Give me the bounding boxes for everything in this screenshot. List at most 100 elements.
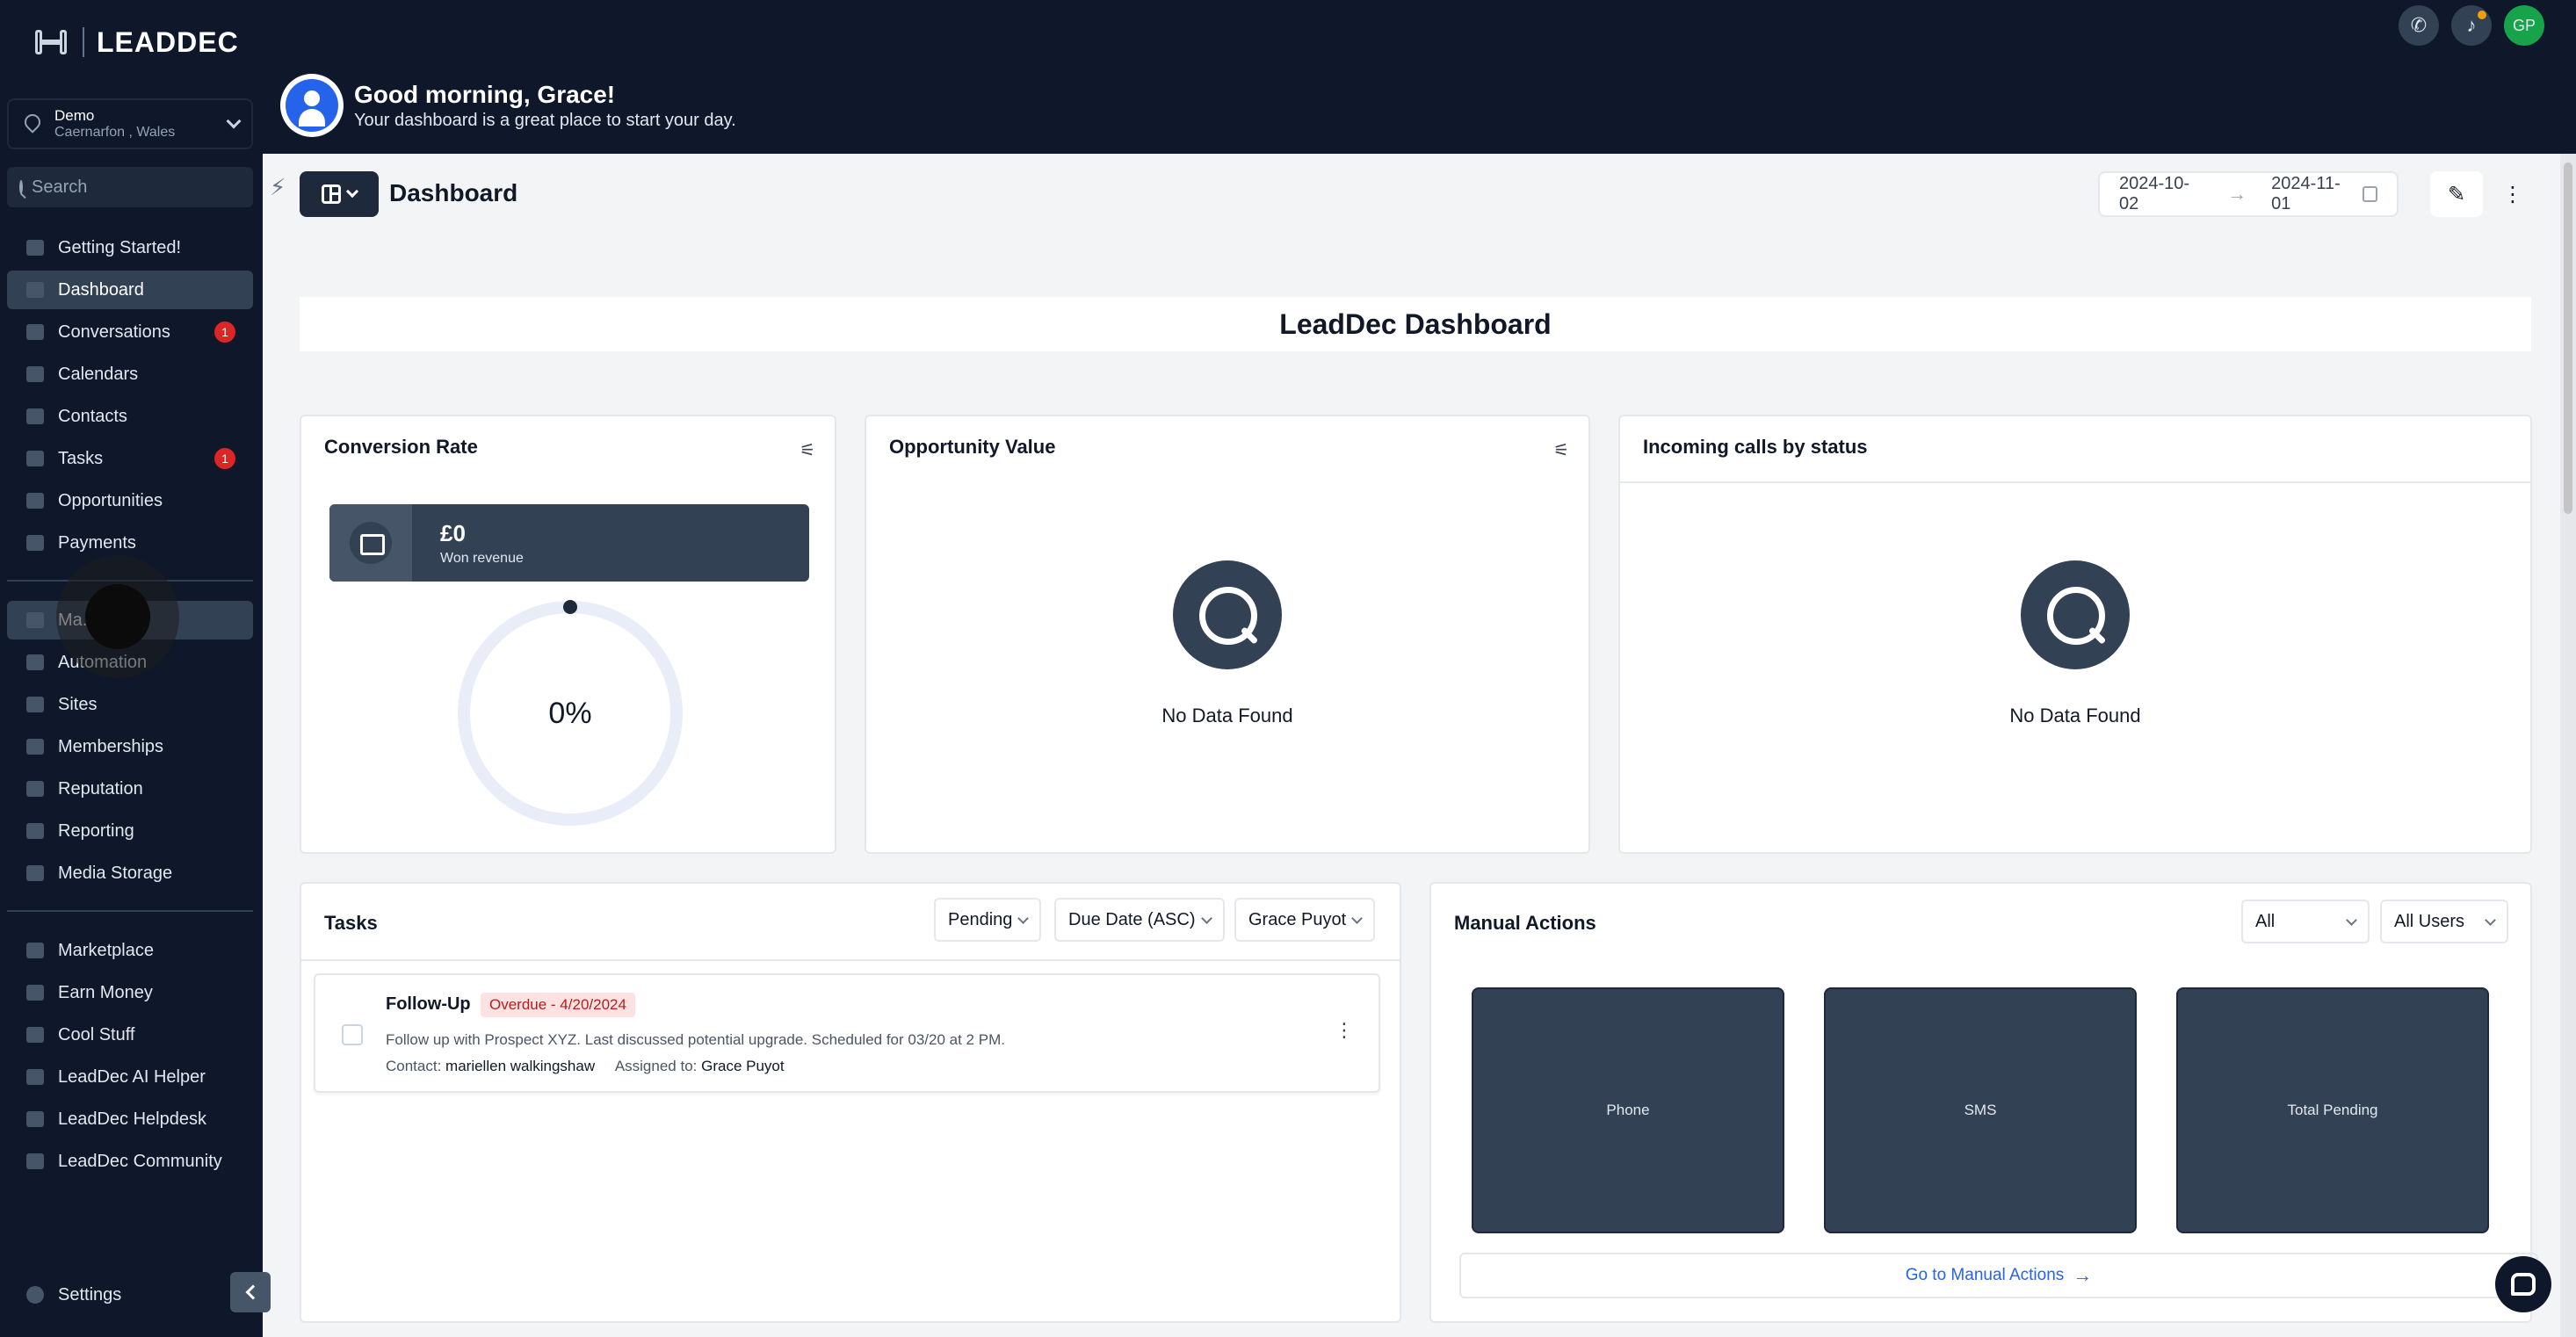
page-title: Dashboard bbox=[389, 179, 518, 206]
sidebar-item-label: Opportunities bbox=[58, 490, 163, 510]
sidebar-item-cool-stuff[interactable]: Cool Stuff bbox=[7, 1015, 253, 1054]
phone-tile[interactable]: Phone bbox=[1472, 987, 1784, 1233]
filter-icon[interactable]: ⚟ bbox=[1553, 439, 1569, 461]
sidebar-item-getting-started[interactable]: Getting Started! bbox=[7, 228, 253, 267]
sidebar-item-label: Calendars bbox=[58, 364, 139, 384]
sidebar-item-label: Reporting bbox=[58, 820, 134, 841]
calendar-icon bbox=[2362, 186, 2377, 202]
select-value: Due Date (ASC) bbox=[1068, 909, 1196, 929]
sms-tile[interactable]: SMS bbox=[1824, 987, 2137, 1233]
incoming-calls-card: Incoming calls by status No Data Found bbox=[1618, 415, 2532, 854]
task-status-select[interactable]: Pending bbox=[934, 898, 1042, 942]
dashboard-switcher-button[interactable] bbox=[300, 171, 379, 217]
sidebar-item-dashboard[interactable]: Dashboard bbox=[7, 271, 253, 309]
task-item[interactable]: Follow-Up Overdue - 4/20/2024 Follow up … bbox=[314, 973, 1380, 1093]
funnel-icon bbox=[26, 493, 44, 509]
select-value: All Users bbox=[2394, 911, 2465, 931]
sidebar-item-label: Automation bbox=[58, 652, 148, 672]
sidebar-item-community[interactable]: LeadDec Community bbox=[7, 1142, 253, 1181]
sidebar-item-sites[interactable]: Sites bbox=[7, 685, 253, 724]
action-user-select[interactable]: All Users bbox=[2380, 900, 2508, 943]
action-type-select[interactable]: All bbox=[2241, 900, 2370, 943]
magnifier-icon bbox=[1173, 560, 1282, 669]
task-assignee: Grace Puyot bbox=[701, 1058, 785, 1074]
check-icon bbox=[26, 451, 44, 466]
logo-divider bbox=[83, 27, 84, 57]
filter-icon[interactable]: ⚟ bbox=[800, 439, 815, 461]
sidebar-item-reporting[interactable]: Reporting bbox=[7, 812, 253, 850]
date-range-picker[interactable]: 2024-10-02 → 2024-11-01 bbox=[2098, 171, 2399, 217]
sidebar-item-memberships[interactable]: Memberships bbox=[7, 727, 253, 766]
conversion-rate-value: 0% bbox=[548, 696, 592, 730]
sidebar-item-earn-money[interactable]: Earn Money bbox=[7, 973, 253, 1012]
chevron-down-icon bbox=[226, 113, 242, 129]
card-title: Opportunity Value bbox=[889, 436, 1056, 458]
sidebar-item-calendars[interactable]: Calendars bbox=[7, 355, 253, 394]
chevron-down-icon bbox=[2485, 914, 2496, 926]
sidebar-item-opportunities[interactable]: Opportunities bbox=[7, 481, 253, 520]
sidebar-item-reputation[interactable]: Reputation bbox=[7, 770, 253, 808]
task-options-button[interactable]: ⋮ bbox=[1335, 1019, 1354, 1042]
chart-icon bbox=[26, 823, 44, 839]
top-header: ✆ ♪ GP Good morning, Grace! Your dashboa… bbox=[263, 0, 2576, 154]
sidebar-item-marketplace[interactable]: Marketplace bbox=[7, 931, 253, 970]
map-pin-icon bbox=[21, 113, 42, 134]
sidebar-item-label: Reputation bbox=[58, 778, 143, 799]
task-user-select[interactable]: Grace Puyot bbox=[1234, 898, 1376, 942]
card-title: Tasks bbox=[324, 912, 378, 934]
user-silhouette-icon bbox=[286, 79, 338, 132]
sidebar-item-label: LeadDec Helpdesk bbox=[58, 1109, 206, 1129]
task-sort-select[interactable]: Due Date (ASC) bbox=[1054, 898, 1225, 942]
collapse-sidebar-button[interactable] bbox=[230, 1272, 271, 1312]
search-input[interactable] bbox=[32, 177, 264, 198]
sidebar-item-label: Sites bbox=[58, 694, 98, 714]
sidebar-item-automation[interactable]: Automation bbox=[7, 643, 253, 682]
sidebar-item-helpdesk[interactable]: LeadDec Helpdesk bbox=[7, 1100, 253, 1138]
sidebar-item-label: Marketplace bbox=[58, 940, 154, 960]
brand-logo[interactable]: LEADDEC bbox=[35, 25, 239, 60]
greeting-title: Good morning, Grace! bbox=[354, 80, 616, 108]
more-options-button[interactable]: ⋮ bbox=[2495, 176, 2530, 213]
won-revenue-label: Won revenue bbox=[440, 550, 524, 566]
card-divider bbox=[301, 959, 1400, 961]
sidebar-item-conversations[interactable]: Conversations 1 bbox=[7, 313, 253, 351]
chat-widget-button[interactable] bbox=[2495, 1256, 2551, 1312]
assigned-label: Assigned to: bbox=[614, 1058, 698, 1074]
location-switcher[interactable]: Demo Caernarfon , Wales bbox=[7, 98, 253, 149]
chevron-left-icon bbox=[245, 1284, 260, 1300]
task-meta: Contact: mariellen walkingshaw Assigned … bbox=[386, 1058, 785, 1075]
revenue-icon bbox=[350, 522, 392, 564]
sidebar-item-payments[interactable]: Payments bbox=[7, 524, 253, 562]
task-contact[interactable]: mariellen walkingshaw bbox=[445, 1058, 595, 1074]
bolt-icon[interactable]: ⚡ bbox=[270, 174, 286, 201]
sidebar-item-label: Cool Stuff bbox=[58, 1024, 135, 1044]
sidebar-item-tasks[interactable]: Tasks 1 bbox=[7, 439, 253, 478]
sidebar-item-contacts[interactable]: Contacts bbox=[7, 397, 253, 436]
page-scrollbar[interactable] bbox=[2560, 154, 2576, 1337]
sidebar-item-marketing[interactable]: Ma... bbox=[7, 601, 253, 640]
scrollbar-thumb[interactable] bbox=[2564, 163, 2572, 514]
total-pending-tile[interactable]: Total Pending bbox=[2176, 987, 2489, 1233]
task-checkbox[interactable] bbox=[342, 1024, 363, 1045]
sidebar-item-settings[interactable]: Settings bbox=[7, 1276, 253, 1314]
arrow-right-icon: → bbox=[2073, 1264, 2093, 1286]
sidebar-item-ai-helper[interactable]: LeadDec AI Helper bbox=[7, 1058, 253, 1096]
tasks-badge: 1 bbox=[214, 448, 235, 469]
phone-button[interactable]: ✆ bbox=[2399, 5, 2439, 46]
edit-dashboard-button[interactable]: ✎ bbox=[2430, 171, 2483, 217]
user-avatar[interactable]: GP bbox=[2504, 5, 2544, 46]
go-to-manual-actions-link[interactable]: Go to Manual Actions → bbox=[1459, 1253, 2538, 1298]
greeting-subtitle: Your dashboard is a great place to start… bbox=[354, 110, 736, 130]
empty-state: No Data Found bbox=[1620, 560, 2530, 727]
card-title: Conversion Rate bbox=[324, 436, 478, 458]
sites-icon bbox=[26, 697, 44, 712]
sidebar-item-media-storage[interactable]: Media Storage bbox=[7, 854, 253, 893]
star-icon bbox=[26, 781, 44, 797]
notifications-button[interactable]: ♪ bbox=[2451, 5, 2492, 46]
link-label: Go to Manual Actions bbox=[1905, 1266, 2065, 1284]
nav-divider bbox=[7, 580, 253, 582]
date-from: 2024-10-02 bbox=[2119, 174, 2190, 213]
memberships-icon bbox=[26, 739, 44, 755]
sidebar-item-label: Getting Started! bbox=[58, 237, 182, 257]
sidebar-item-label: Conversations bbox=[58, 322, 170, 342]
